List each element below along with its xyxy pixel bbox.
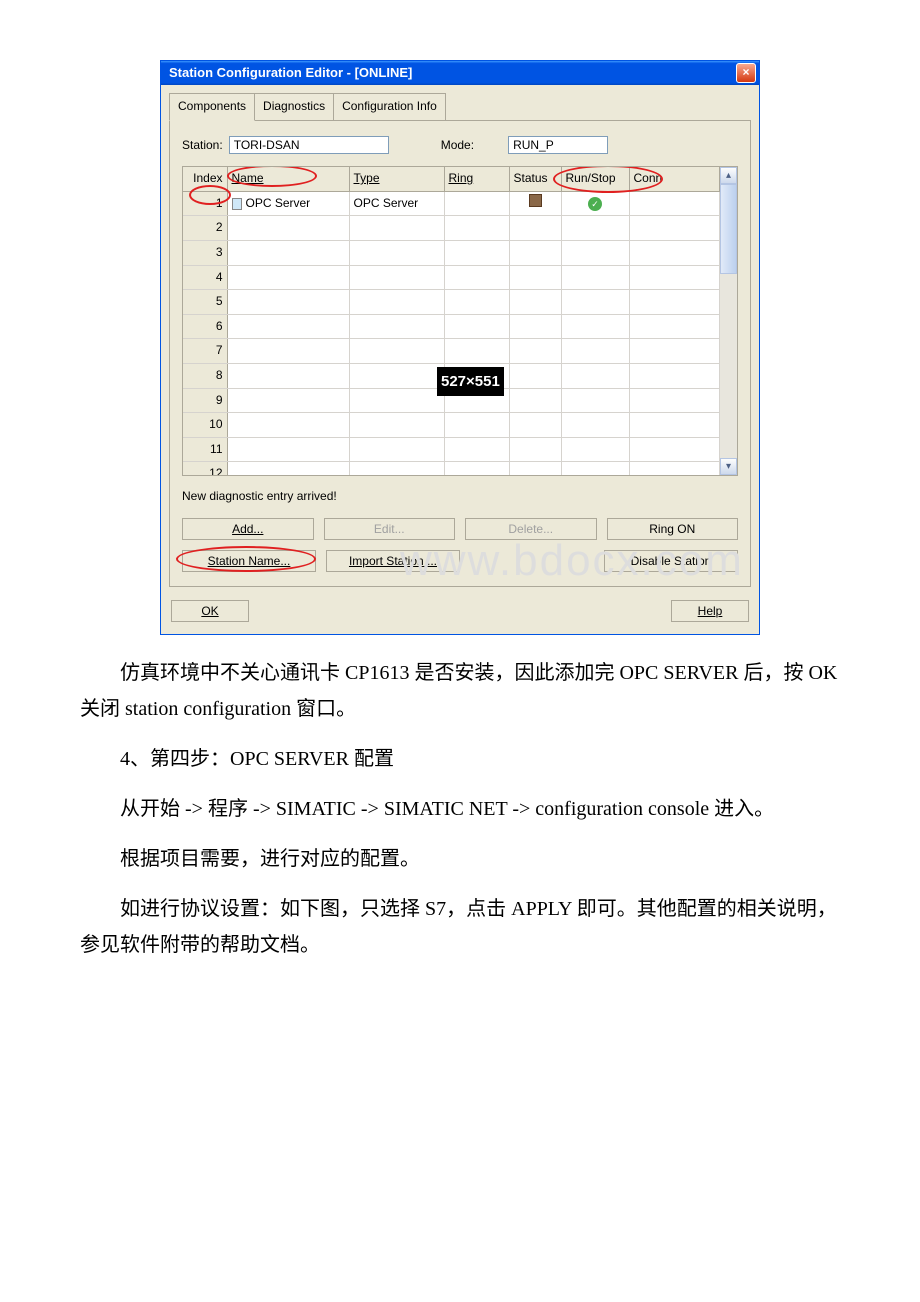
station-config-window: Station Configuration Editor - [ONLINE] … (160, 60, 760, 635)
tab-components[interactable]: Components (169, 93, 255, 121)
tab-config-info[interactable]: Configuration Info (333, 93, 446, 121)
col-conn[interactable]: Conn (629, 167, 720, 191)
scroll-down-icon[interactable]: ▾ (720, 458, 737, 475)
table-row[interactable]: 7 (183, 339, 720, 364)
titlebar: Station Configuration Editor - [ONLINE] … (161, 61, 759, 85)
ring-on-button[interactable]: Ring ON (607, 518, 739, 540)
status-text: New diagnostic entry arrived! (182, 486, 738, 508)
table-row[interactable]: 12 (183, 462, 720, 476)
table-row[interactable]: 3 (183, 240, 720, 265)
col-runstop[interactable]: Run/Stop (561, 167, 629, 191)
paragraph: 4、第四步：OPC SERVER 配置 (80, 741, 840, 777)
mode-input[interactable] (508, 136, 608, 154)
table-row[interactable]: 10 (183, 413, 720, 438)
station-input[interactable] (229, 136, 389, 154)
scrollbar-thumb[interactable] (720, 184, 737, 274)
station-label: Station: (182, 135, 223, 157)
paragraph: 从开始 -> 程序 -> SIMATIC -> SIMATIC NET -> c… (80, 791, 840, 827)
col-ring[interactable]: Ring (444, 167, 509, 191)
tabbar: Components Diagnostics Configuration Inf… (161, 85, 759, 121)
dimension-badge: 527×551 (437, 367, 504, 396)
table-header-row: Index Name Type Ring Status Run/Stop Con… (183, 167, 720, 191)
vertical-scrollbar[interactable]: ▴ ▾ (720, 167, 737, 475)
table-row[interactable]: 5 (183, 290, 720, 315)
close-icon[interactable]: × (736, 63, 756, 83)
mode-label: Mode: (441, 135, 474, 157)
paragraph: 如进行协议设置：如下图，只选择 S7，点击 APPLY 即可。其他配置的相关说明… (80, 891, 840, 963)
status-icon (529, 194, 542, 207)
edit-button[interactable]: Edit... (324, 518, 456, 540)
paragraph: 仿真环境中不关心通讯卡 CP1613 是否安装，因此添加完 OPC SERVER… (80, 655, 840, 727)
add-button[interactable]: Add... (182, 518, 314, 540)
paragraph: 根据项目需要，进行对应的配置。 (80, 841, 840, 877)
import-station-button[interactable]: Import Station ... (326, 550, 460, 572)
disable-station-button[interactable]: Disable Station (604, 550, 738, 572)
table-row[interactable]: 4 (183, 265, 720, 290)
run-ok-icon: ✓ (588, 197, 602, 211)
table-row[interactable]: 11 (183, 437, 720, 462)
tab-diagnostics[interactable]: Diagnostics (254, 93, 334, 121)
table-row[interactable]: 2 (183, 216, 720, 241)
col-index[interactable]: Index (183, 167, 227, 191)
components-table: Index Name Type Ring Status Run/Stop Con… (182, 166, 738, 476)
col-name[interactable]: Name (227, 167, 349, 191)
station-name-button[interactable]: Station Name... (182, 550, 316, 572)
window-title: Station Configuration Editor - [ONLINE] (169, 61, 412, 84)
table-row[interactable]: 6 (183, 314, 720, 339)
module-icon (232, 198, 242, 210)
delete-button[interactable]: Delete... (465, 518, 597, 540)
table-row[interactable]: 1 OPC Server OPC Server ✓ (183, 191, 720, 216)
ok-button[interactable]: OK (171, 600, 249, 622)
col-type[interactable]: Type (349, 167, 444, 191)
help-button[interactable]: Help (671, 600, 749, 622)
scroll-up-icon[interactable]: ▴ (720, 167, 737, 184)
col-status[interactable]: Status (509, 167, 561, 191)
